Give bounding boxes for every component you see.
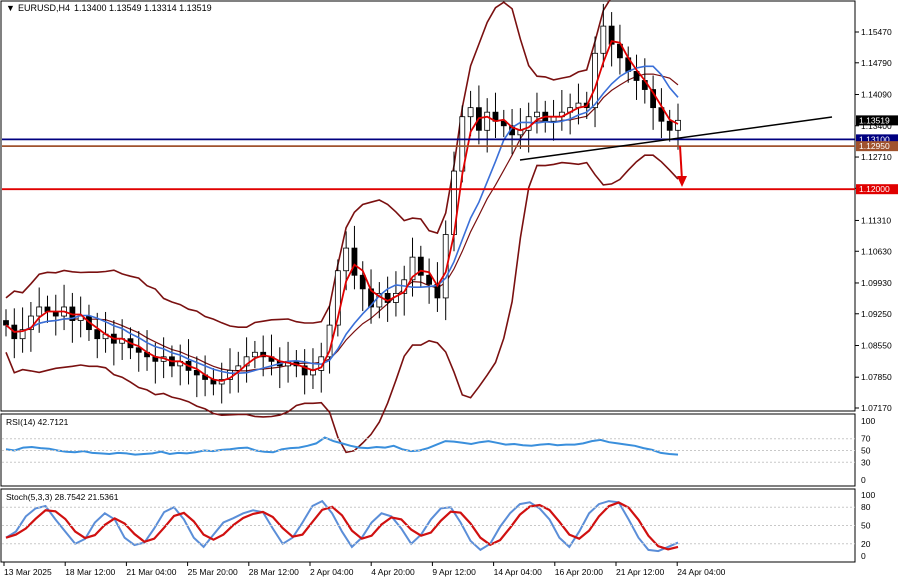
candle-body xyxy=(94,329,101,340)
time-tick-label: 25 Mar 20:00 xyxy=(188,567,238,577)
symbol-label: EURUSD,H4 xyxy=(18,3,70,13)
time-tick-label: 2 Apr 04:00 xyxy=(310,567,354,577)
price-badge-label: 1.13519 xyxy=(859,115,890,125)
time-tick-label: 21 Mar 04:00 xyxy=(126,567,176,577)
price-tick-label: 1.07170 xyxy=(861,403,892,413)
main-price-panel[interactable] xyxy=(0,0,856,412)
rsi-tick-label: 0 xyxy=(861,475,866,485)
stoch-tick-label: 100 xyxy=(861,490,875,500)
rsi-tick-label: 70 xyxy=(861,434,871,444)
time-tick-label: 9 Apr 12:00 xyxy=(432,567,476,577)
price-tick-label: 1.09930 xyxy=(861,278,892,288)
rsi-tick-label: 100 xyxy=(861,416,875,426)
stoch-tick-label: 20 xyxy=(861,539,871,549)
price-tick-label: 1.14790 xyxy=(861,58,892,68)
time-tick-label: 14 Apr 04:00 xyxy=(494,567,542,577)
rsi-tick-label: 30 xyxy=(861,457,871,467)
price-tick-label: 1.11310 xyxy=(861,215,891,225)
price-tick-label: 1.08550 xyxy=(861,340,892,350)
time-tick-label: 21 Apr 12:00 xyxy=(616,567,664,577)
candle-body xyxy=(675,119,681,131)
time-tick-label: 4 Apr 20:00 xyxy=(371,567,415,577)
candle-body xyxy=(343,247,350,272)
rsi-tick-label: 50 xyxy=(861,446,871,456)
ohlc-readout: 1.13400 1.13549 1.13314 1.13519 xyxy=(74,3,212,13)
menu-arrow-icon[interactable]: ▼ xyxy=(6,3,15,13)
stoch-tick-label: 50 xyxy=(861,521,871,531)
candle-body xyxy=(36,306,43,317)
candle-body xyxy=(467,107,474,118)
stoch-label: Stoch(5,3,3) 28.7542 21.5361 xyxy=(6,492,119,502)
price-tick-label: 1.15470 xyxy=(861,27,892,37)
time-tick-label: 28 Mar 12:00 xyxy=(249,567,299,577)
time-tick-label: 18 Mar 12:00 xyxy=(65,567,115,577)
candle-body xyxy=(534,111,540,118)
stoch-tick-label: 0 xyxy=(861,551,866,561)
stoch-tick-label: 80 xyxy=(861,502,871,512)
rsi-label: RSI(14) 42.7121 xyxy=(6,417,69,427)
candle-body xyxy=(484,111,491,131)
candle-body xyxy=(3,320,9,326)
candle-body xyxy=(359,274,366,290)
time-tick-label: 24 Apr 04:00 xyxy=(677,567,725,577)
candle-body xyxy=(600,25,607,54)
price-badge-label: 1.12950 xyxy=(859,141,890,151)
time-tick-label: 16 Apr 20:00 xyxy=(555,567,603,577)
candle-body xyxy=(666,120,673,131)
time-axis: 13 Mar 2025 18 Mar 12:00 21 Mar 04:00 25 Ma… xyxy=(3,562,726,577)
candle-body xyxy=(351,247,358,276)
price-axis: 1.154701.147901.140901.134001.127101.120… xyxy=(855,27,892,413)
candle-body xyxy=(251,351,258,358)
price-tick-label: 1.07850 xyxy=(861,372,892,382)
price-badge-label: 1.12000 xyxy=(859,184,890,194)
price-tick-label: 1.14090 xyxy=(861,90,892,100)
trading-chart[interactable]: ▼ EURUSD,H4 1.13400 1.13549 1.13314 1.13… xyxy=(0,0,900,584)
price-tick-label: 1.12710 xyxy=(861,152,892,162)
time-tick-label: 13 Mar 2025 xyxy=(4,567,52,577)
price-tick-label: 1.10630 xyxy=(861,246,892,256)
price-tick-label: 1.09250 xyxy=(861,309,892,319)
